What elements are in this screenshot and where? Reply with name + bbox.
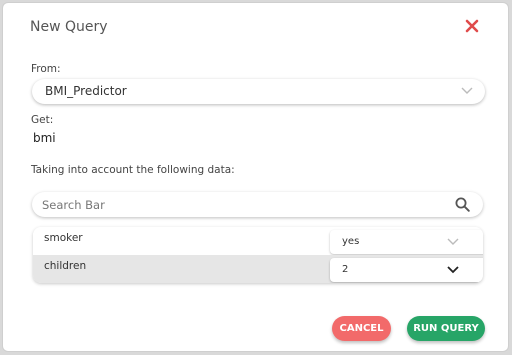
from-select[interactable]: BMI_Predictor — [32, 79, 485, 104]
run-query-button[interactable]: RUN QUERY — [407, 316, 485, 341]
data-table: smoker yes children 2 — [33, 227, 483, 283]
get-label: Get: — [31, 114, 54, 126]
table-row: children 2 — [33, 255, 483, 283]
get-value: bmi — [33, 131, 56, 145]
search-input[interactable] — [40, 196, 444, 214]
search-bar[interactable] — [32, 192, 483, 217]
chevron-down-icon — [447, 266, 459, 274]
dialog-title: New Query — [30, 19, 108, 35]
close-icon[interactable] — [463, 17, 481, 35]
row-value: 2 — [342, 264, 349, 275]
table-row: smoker yes — [33, 227, 483, 255]
cancel-button[interactable]: CANCEL — [332, 316, 391, 341]
row-name: smoker — [44, 232, 83, 244]
row-value-select[interactable]: yes — [330, 230, 483, 254]
data-section-label: Taking into account the following data: — [31, 164, 235, 176]
chevron-down-icon — [447, 238, 459, 245]
search-icon[interactable] — [455, 197, 470, 212]
row-value: yes — [342, 236, 360, 247]
from-label: From: — [31, 63, 61, 75]
from-select-value: BMI_Predictor — [45, 84, 127, 98]
row-value-select[interactable]: 2 — [330, 258, 483, 282]
row-name: children — [44, 260, 87, 272]
new-query-dialog: New Query From: BMI_Predictor Get: bmi T… — [2, 2, 509, 352]
chevron-down-icon — [461, 87, 473, 94]
